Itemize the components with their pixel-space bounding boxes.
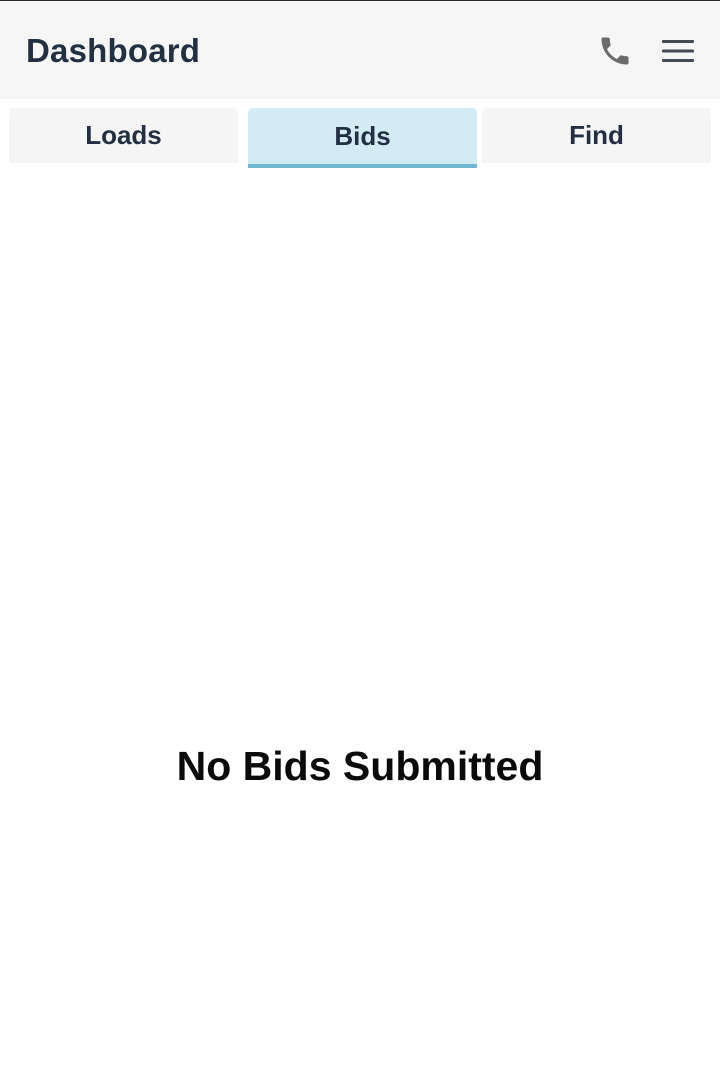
page-title: Dashboard: [26, 32, 201, 69]
app-header: Dashboard: [0, 1, 720, 99]
tab-bids-label: Bids: [334, 120, 391, 151]
call-button[interactable]: [595, 29, 635, 73]
tab-find-label: Find: [569, 120, 624, 150]
tab-loads[interactable]: Loads: [9, 108, 238, 163]
empty-state-message: No Bids Submitted: [176, 743, 544, 789]
hamburger-menu-icon: [662, 40, 694, 62]
dashboard-screen: Dashboard Loads Bids Find No Bids Submit…: [0, 0, 720, 1065]
phone-icon: [601, 37, 629, 65]
tab-loads-label: Loads: [85, 120, 162, 150]
tab-bids[interactable]: Bids: [248, 108, 477, 168]
tab-find[interactable]: Find: [482, 108, 711, 163]
menu-button[interactable]: [658, 29, 698, 73]
tab-bar: Loads Bids Find: [0, 99, 720, 171]
